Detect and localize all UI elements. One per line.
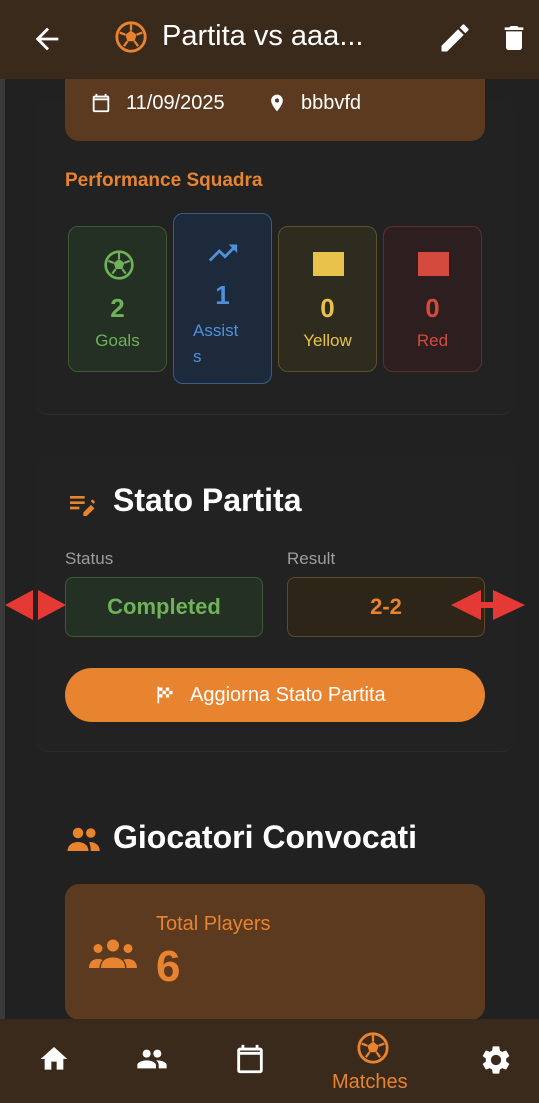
bottom-navigation: Matches — [0, 1019, 539, 1103]
calendar-icon — [92, 93, 110, 113]
stat-goals: 2 Goals — [68, 226, 167, 372]
calendar-icon — [237, 1044, 263, 1074]
nav-settings[interactable] — [479, 1043, 513, 1077]
app-bar: Partita vs aaa... — [0, 0, 539, 79]
stat-yellow-cards: 0 Yellow — [278, 226, 377, 372]
edit-icon[interactable] — [437, 20, 473, 56]
window-edge — [0, 0, 5, 1103]
red-card-icon — [418, 252, 449, 276]
nav-matches[interactable] — [356, 1031, 390, 1065]
nav-home[interactable] — [38, 1043, 70, 1075]
people-icon — [137, 1049, 167, 1069]
arrow-back-icon[interactable] — [30, 22, 64, 56]
total-players-card: Total Players 6 — [65, 884, 485, 1020]
trending-up-icon — [208, 244, 238, 262]
total-players-label: Total Players — [156, 913, 271, 935]
stat-goals-label: Goals — [95, 331, 140, 350]
edit-note-icon — [70, 496, 95, 516]
stat-assists-value: 1 — [215, 280, 230, 310]
match-state-title: Stato Partita — [113, 482, 302, 518]
page-title: Partita vs aaa... — [162, 20, 364, 52]
nav-calendar[interactable] — [233, 1041, 267, 1077]
status-label: Status — [65, 549, 114, 568]
resize-handle-left-icon[interactable] — [5, 590, 68, 620]
location-pin-icon — [271, 94, 283, 112]
resize-handle-right-icon[interactable] — [451, 590, 527, 620]
update-match-state-label: Aggiorna Stato Partita — [190, 684, 386, 706]
update-match-state-button[interactable]: Aggiorna Stato Partita — [65, 668, 485, 722]
stat-assists: 1 Assist s — [173, 213, 272, 384]
soccer-ball-icon — [357, 1032, 389, 1064]
performance-title: Performance Squadra — [65, 170, 263, 191]
match-info-card: 11/09/2025 bbbvfd — [65, 79, 485, 141]
delete-icon[interactable] — [498, 20, 530, 56]
soccer-ball-icon — [115, 21, 147, 53]
match-date: 11/09/2025 — [126, 92, 225, 114]
status-value[interactable]: Completed — [65, 577, 263, 637]
stat-red-value: 0 — [425, 293, 440, 323]
result-label: Result — [287, 549, 336, 568]
stat-yellow-label: Yellow — [303, 331, 352, 350]
nav-players[interactable] — [134, 1043, 170, 1075]
stat-goals-value: 2 — [110, 293, 125, 323]
yellow-card-icon — [313, 252, 344, 276]
groups-icon — [89, 939, 137, 968]
total-players-value: 6 — [156, 942, 181, 991]
home-icon — [40, 1047, 68, 1070]
stat-yellow-value: 0 — [320, 293, 335, 323]
stat-assists-label: Assist s — [193, 321, 239, 366]
checkered-flag-icon — [157, 686, 173, 704]
soccer-ball-icon — [104, 250, 134, 280]
stat-red-cards: 0 Red — [383, 226, 482, 372]
stat-red-label: Red — [416, 331, 449, 350]
group-icon — [67, 827, 100, 851]
settings-icon — [482, 1046, 510, 1074]
nav-matches-label[interactable]: Matches — [332, 1071, 408, 1094]
match-location: bbbvfd — [301, 92, 362, 114]
players-title: Giocatori Convocati — [113, 819, 418, 855]
